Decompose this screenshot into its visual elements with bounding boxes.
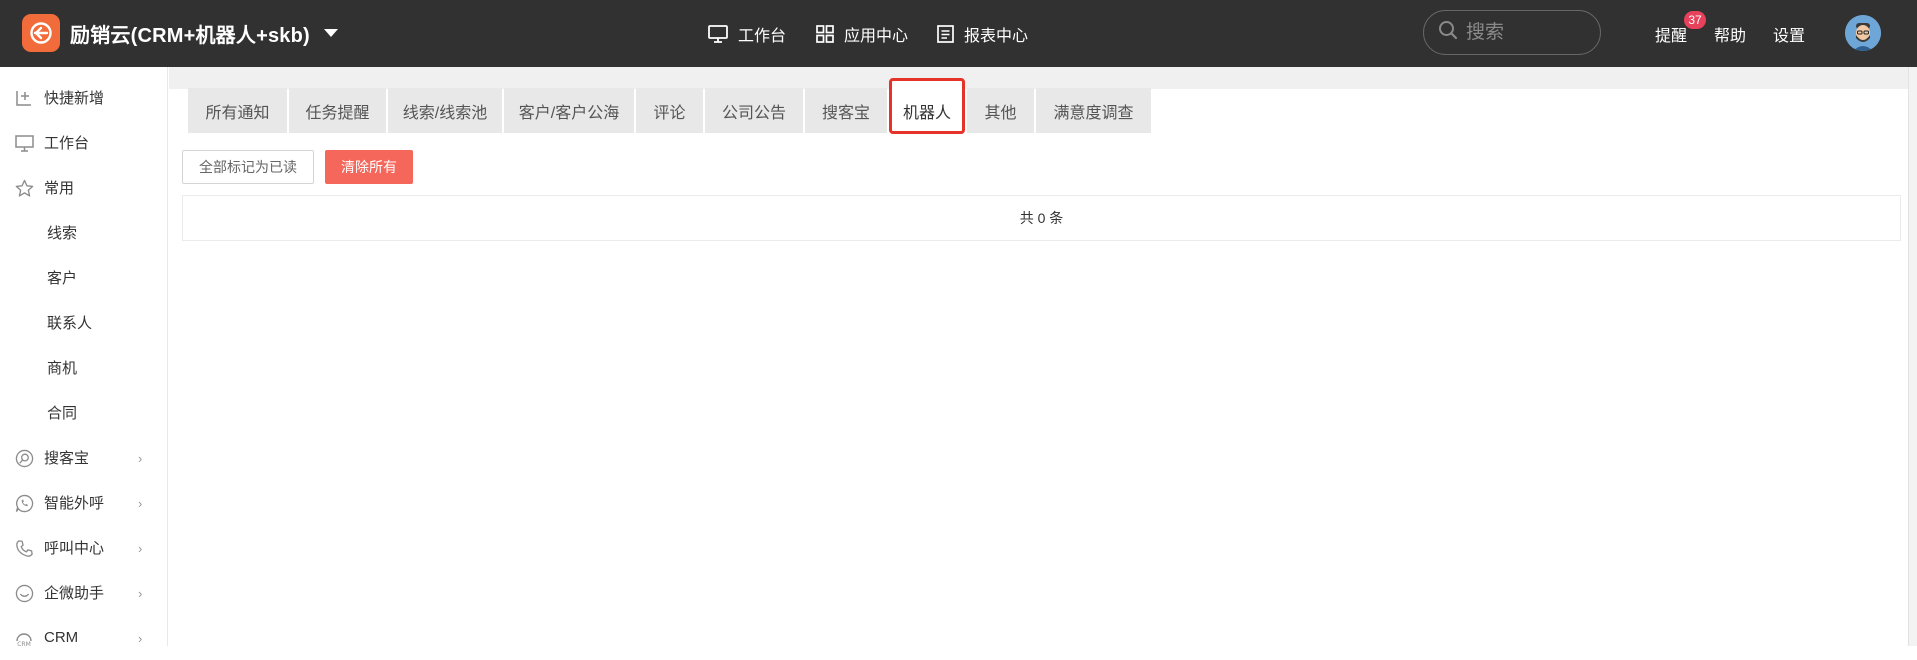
search-input[interactable] xyxy=(1466,21,1586,44)
chevron-right-icon: › xyxy=(138,451,143,466)
tab-comments[interactable]: 评论 xyxy=(636,88,703,133)
sidebar-item-crm[interactable]: CRM CRM › xyxy=(0,615,168,660)
remind-link[interactable]: 提醒 xyxy=(1655,0,1687,67)
wecom-icon xyxy=(14,583,34,603)
phone-bubble-icon xyxy=(14,493,34,513)
brand-switcher[interactable]: 励销云(CRM+机器人+skb) xyxy=(22,14,338,52)
monitor-icon xyxy=(14,133,34,153)
sidebar-item-label: 企微助手 xyxy=(44,585,105,602)
monitor-icon xyxy=(708,24,728,43)
sidebar-item-label: 客户 xyxy=(47,270,78,287)
phone-icon xyxy=(14,538,34,558)
sidebar-item-label: 合同 xyxy=(47,405,78,422)
nav-workbench[interactable]: 工作台 xyxy=(708,0,786,67)
list-count-row: 共 0 条 xyxy=(182,195,1901,241)
star-icon xyxy=(14,178,34,198)
clear-all-button[interactable]: 清除所有 xyxy=(325,150,413,184)
chevron-right-icon: › xyxy=(138,496,143,511)
sidebar-item-common[interactable]: 常用 xyxy=(0,165,168,210)
nav-app-center[interactable]: 应用中心 xyxy=(816,0,908,67)
sidebar-item-label: 智能外呼 xyxy=(44,495,105,512)
help-link[interactable]: 帮助 xyxy=(1714,0,1746,67)
search-customer-icon xyxy=(14,448,34,468)
crm-icon: CRM xyxy=(14,628,34,648)
quick-add-icon xyxy=(14,88,34,108)
caret-down-icon[interactable] xyxy=(323,29,338,37)
tab-task-reminder[interactable]: 任务提醒 xyxy=(289,88,386,133)
sidebar-item-label: 搜客宝 xyxy=(44,450,90,467)
top-strip xyxy=(169,67,1909,89)
chevron-right-icon: › xyxy=(138,586,143,601)
sidebar-item-call-center[interactable]: 呼叫中心 › xyxy=(0,525,168,570)
avatar[interactable] xyxy=(1845,15,1881,51)
svg-text:CRM: CRM xyxy=(17,641,31,647)
sidebar-item-label: 工作台 xyxy=(44,135,90,152)
tab-leads-pool[interactable]: 线索/线索池 xyxy=(388,88,502,133)
chevron-right-icon: › xyxy=(138,541,143,556)
sidebar-item-label: 常用 xyxy=(44,180,75,197)
list-count-text: 共 0 条 xyxy=(1019,210,1064,226)
tab-all-notices[interactable]: 所有通知 xyxy=(188,88,287,133)
sidebar-item-smart-call[interactable]: 智能外呼 › xyxy=(0,480,168,525)
tab-satisfaction-survey[interactable]: 满意度调查 xyxy=(1036,88,1151,133)
settings-link[interactable]: 设置 xyxy=(1773,0,1805,67)
sidebar-item-opportunities[interactable]: 商机 xyxy=(0,345,168,390)
chevron-right-icon: › xyxy=(138,631,143,646)
top-bar: 励销云(CRM+机器人+skb) 工作台 应用中心 报表中心 提醒 37 帮助 … xyxy=(0,0,1917,67)
sidebar-item-wecom-assistant[interactable]: 企微助手 › xyxy=(0,570,168,615)
nav-report-center-label: 报表中心 xyxy=(964,27,1029,45)
nav-app-center-label: 应用中心 xyxy=(844,27,909,45)
brand-title: 励销云(CRM+机器人+skb) xyxy=(70,24,310,47)
report-icon xyxy=(937,24,954,43)
grid-icon xyxy=(816,24,834,43)
tab-company-announcement[interactable]: 公司公告 xyxy=(705,88,803,133)
sidebar-item-contracts[interactable]: 合同 xyxy=(0,390,168,435)
sidebar-item-label: 商机 xyxy=(47,360,78,377)
sidebar-item-label: 快捷新增 xyxy=(44,90,105,107)
notification-tabs: 所有通知 任务提醒 线索/线索池 客户/客户公海 评论 公司公告 搜客宝 机器人… xyxy=(188,78,1153,134)
sidebar-item-quick-add[interactable]: 快捷新增 xyxy=(0,75,168,120)
tab-robot[interactable]: 机器人 xyxy=(889,78,965,134)
sidebar: 快捷新增 工作台 常用 线索 客户 联系人 商机 合同 搜客宝 › 智能外呼 ›… xyxy=(0,67,168,647)
nav-workbench-label: 工作台 xyxy=(738,27,787,45)
tab-soukebao[interactable]: 搜客宝 xyxy=(805,88,887,133)
remind-count-badge: 37 xyxy=(1684,11,1706,29)
tab-customer-pool[interactable]: 客户/客户公海 xyxy=(504,88,634,133)
search-box[interactable] xyxy=(1423,10,1601,55)
sidebar-item-soukebao[interactable]: 搜客宝 › xyxy=(0,435,168,480)
sidebar-item-label: 呼叫中心 xyxy=(44,540,105,557)
nav-report-center[interactable]: 报表中心 xyxy=(937,0,1028,67)
sidebar-item-contacts[interactable]: 联系人 xyxy=(0,300,168,345)
vertical-scrollbar[interactable] xyxy=(1908,67,1917,646)
tab-other[interactable]: 其他 xyxy=(967,88,1034,133)
search-icon xyxy=(1438,20,1458,45)
sidebar-item-workbench[interactable]: 工作台 xyxy=(0,120,168,165)
brand-logo-icon xyxy=(22,14,60,52)
sidebar-item-customers[interactable]: 客户 xyxy=(0,255,168,300)
main-content: 所有通知 任务提醒 线索/线索池 客户/客户公海 评论 公司公告 搜客宝 机器人… xyxy=(169,67,1909,646)
sidebar-item-label: CRM xyxy=(44,629,79,646)
sidebar-item-label: 线索 xyxy=(47,225,78,242)
sidebar-item-leads[interactable]: 线索 xyxy=(0,210,168,255)
sidebar-item-label: 联系人 xyxy=(47,315,93,332)
mark-all-read-button[interactable]: 全部标记为已读 xyxy=(182,150,314,184)
